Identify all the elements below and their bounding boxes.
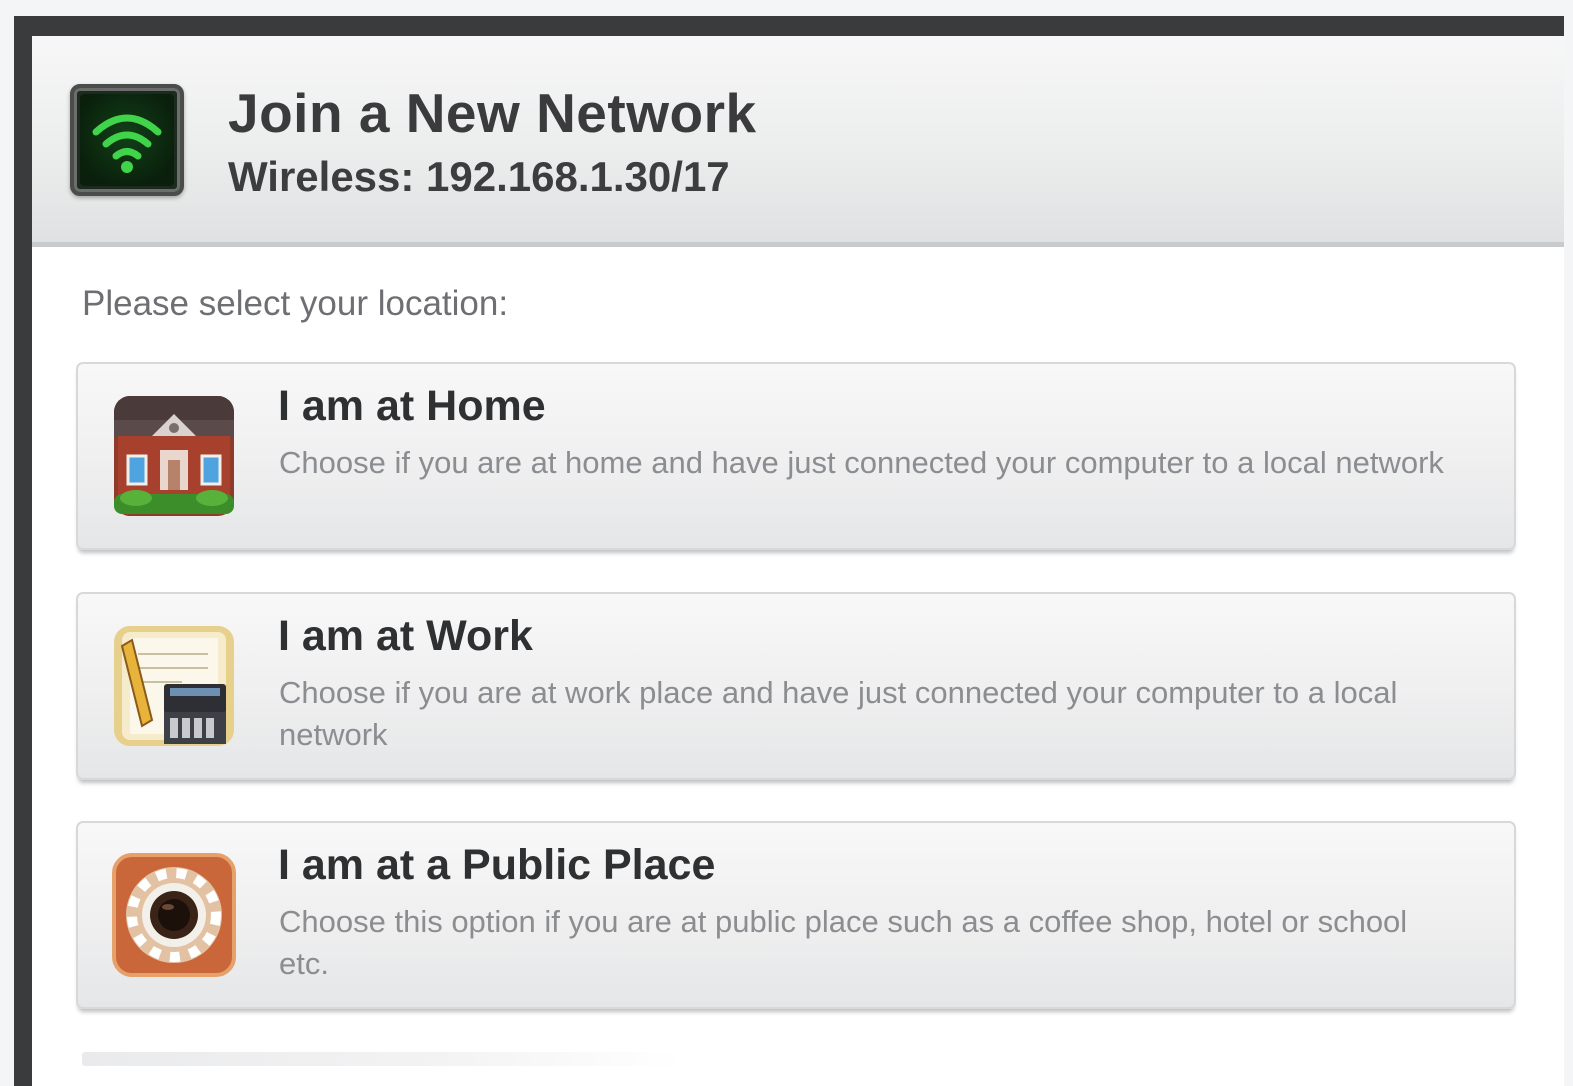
option-home-title: I am at Home xyxy=(278,382,546,430)
location-prompt: Please select your location: xyxy=(82,284,509,323)
option-public-place-description: Choose this option if you are at public … xyxy=(279,904,1408,981)
option-public-place-button[interactable]: I am at a Public Place Choose this optio… xyxy=(76,821,1516,1009)
wifi-icon xyxy=(70,84,184,196)
option-work-description: Choose if you are at work place and have… xyxy=(279,675,1398,752)
public-place-icon xyxy=(112,853,236,977)
work-icon xyxy=(112,624,236,748)
dialog-title: Join a New Network xyxy=(228,82,757,144)
dialog-window: Join a New Network Wireless: 192.168.1.3… xyxy=(14,16,1564,1086)
option-work-title: I am at Work xyxy=(278,612,533,660)
network-address: Wireless: 192.168.1.30/17 xyxy=(228,153,730,200)
home-icon xyxy=(112,394,236,518)
option-home-description: Choose if you are at home and have just … xyxy=(279,445,1444,480)
dialog-header: Join a New Network Wireless: 192.168.1.3… xyxy=(32,36,1564,247)
option-public-place-title: I am at a Public Place xyxy=(278,841,716,889)
dialog-content: Join a New Network Wireless: 192.168.1.3… xyxy=(32,36,1564,1086)
option-home-button[interactable]: I am at Home Choose if you are at home a… xyxy=(76,362,1516,550)
cropped-footer-text xyxy=(82,1052,682,1066)
option-work-button[interactable]: I am at Work Choose if you are at work p… xyxy=(76,592,1516,780)
